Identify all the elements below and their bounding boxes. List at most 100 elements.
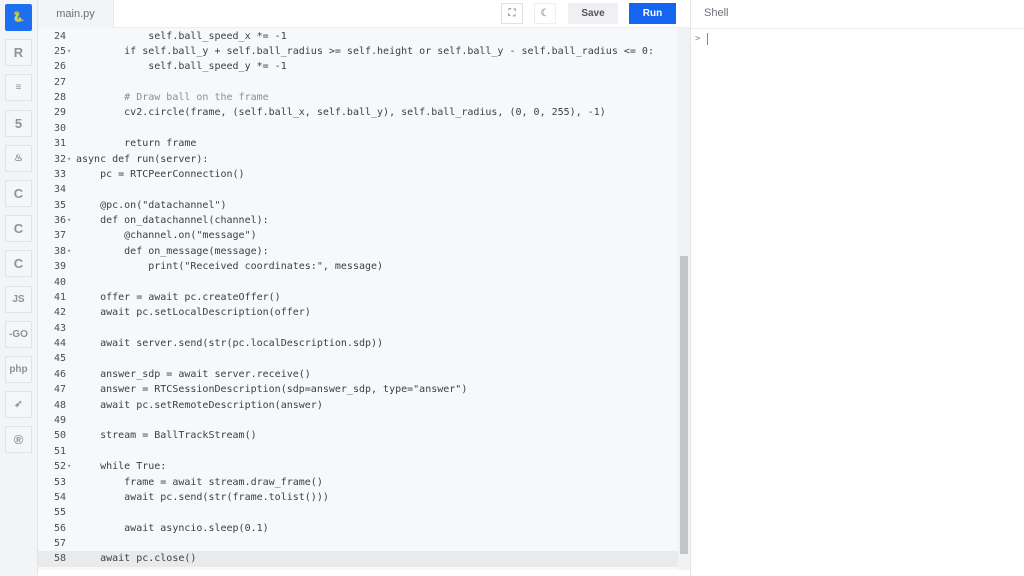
code-text: return frame bbox=[76, 138, 197, 150]
code-editor[interactable]: 24 self.ball_speed_x *= -1 25 ▾ if self.ba… bbox=[38, 28, 678, 570]
line-number: 29 bbox=[53, 107, 66, 119]
line-number: 36 bbox=[53, 215, 66, 227]
sidebar-item-php[interactable]: php bbox=[5, 356, 32, 383]
code-text: print("Received coordinates:", message) bbox=[76, 261, 384, 273]
code-line[interactable]: 31 return frame bbox=[38, 136, 678, 151]
line-number: 57 bbox=[53, 538, 66, 550]
editor-scrollbar-thumb[interactable] bbox=[680, 255, 688, 554]
code-line[interactable]: 57 bbox=[38, 536, 678, 551]
code-line[interactable]: 53 frame = await stream.draw_frame() bbox=[38, 475, 678, 490]
line-number: 39 bbox=[53, 261, 66, 273]
code-text: frame = await stream.draw_frame() bbox=[76, 476, 323, 488]
code-line[interactable]: 35 @pc.on("datachannel") bbox=[38, 198, 678, 213]
code-line[interactable]: 25 ▾ if self.ball_y + self.ball_radius >=… bbox=[38, 44, 678, 59]
code-line[interactable]: 39 print("Received coordinates:", messag… bbox=[38, 259, 678, 274]
code-line[interactable]: 44 await server.send(str(pc.localDescrip… bbox=[38, 336, 678, 351]
sidebar-item-database[interactable]: ≡ bbox=[5, 74, 32, 102]
code-line[interactable]: 36 ▾ def on_datachannel(channel): bbox=[38, 213, 678, 228]
database-icon: ≡ bbox=[15, 82, 22, 94]
rust-icon: ® bbox=[13, 432, 24, 448]
code-line[interactable]: 24 self.ball_speed_x *= -1 bbox=[38, 29, 678, 44]
sidebar-item-swift[interactable]: ➶ bbox=[5, 391, 32, 419]
code-text: offer = await pc.createOffer() bbox=[76, 291, 281, 303]
code-text: await pc.setRemoteDescription(answer) bbox=[76, 399, 323, 411]
code-line[interactable]: 32 ▾ async def run(server): bbox=[38, 152, 678, 167]
code-text: while True: bbox=[76, 461, 167, 473]
sidebar-item-html5[interactable]: 5 bbox=[5, 109, 32, 137]
code-line[interactable]: 50 stream = BallTrackStream() bbox=[38, 428, 678, 443]
code-line[interactable]: 52 ▾ while True: bbox=[38, 459, 678, 474]
code-line[interactable]: 27 bbox=[38, 75, 678, 90]
code-line[interactable]: 58 await pc.close() bbox=[38, 551, 678, 567]
shell-prompt: > bbox=[695, 34, 701, 44]
line-number: 41 bbox=[53, 291, 66, 303]
code-text: await pc.send(str(frame.tolist())) bbox=[76, 491, 329, 503]
line-number: 28 bbox=[53, 92, 66, 104]
javascript-icon: JS bbox=[12, 293, 25, 305]
sidebar-item-r[interactable]: R bbox=[5, 39, 32, 67]
sidebar-item-rust[interactable]: ® bbox=[5, 426, 32, 454]
file-tab-main-py[interactable]: main.py bbox=[38, 0, 114, 28]
code-line[interactable]: 56 await asyncio.sleep(0.1) bbox=[38, 521, 678, 536]
theme-toggle-button[interactable]: ☾ bbox=[534, 3, 556, 24]
code-line[interactable]: 26 self.ball_speed_y *= -1 bbox=[38, 59, 678, 74]
code-text: @pc.on("datachannel") bbox=[76, 199, 227, 211]
java-icon: ♨ bbox=[14, 152, 23, 164]
code-line[interactable]: 47 answer = RTCSessionDescription(sdp=an… bbox=[38, 382, 678, 397]
sidebar-item-csharp[interactable]: C bbox=[5, 250, 32, 278]
code-line[interactable]: 41 offer = await pc.createOffer() bbox=[38, 290, 678, 305]
code-line[interactable]: 54 await pc.send(str(frame.tolist())) bbox=[38, 490, 678, 505]
code-line[interactable]: 45 bbox=[38, 351, 678, 366]
code-text: def on_datachannel(channel): bbox=[76, 215, 269, 227]
code-line[interactable]: 30 bbox=[38, 121, 678, 136]
code-line[interactable]: 34 bbox=[38, 182, 678, 197]
code-line[interactable]: 49 bbox=[38, 413, 678, 428]
fold-arrow-icon[interactable]: ▾ bbox=[67, 152, 71, 167]
line-number: 54 bbox=[53, 491, 66, 503]
sidebar-item-c[interactable]: C bbox=[5, 180, 32, 207]
r-icon: R bbox=[13, 45, 24, 61]
line-number: 42 bbox=[53, 307, 66, 319]
swift-icon: ➶ bbox=[14, 399, 23, 411]
save-button[interactable]: Save bbox=[568, 3, 618, 24]
line-number: 53 bbox=[53, 476, 66, 488]
fold-arrow-icon[interactable]: ▾ bbox=[67, 459, 71, 474]
text-caret bbox=[707, 33, 708, 45]
line-number: 35 bbox=[53, 199, 66, 211]
line-number: 33 bbox=[53, 168, 66, 180]
fullscreen-button[interactable]: ⛶ bbox=[501, 3, 523, 24]
code-line[interactable]: 51 bbox=[38, 444, 678, 459]
line-number: 56 bbox=[53, 522, 66, 534]
line-number: 25 bbox=[53, 45, 66, 57]
fold-arrow-icon[interactable]: ▾ bbox=[67, 44, 71, 59]
run-button[interactable]: Run bbox=[629, 3, 676, 24]
code-line[interactable]: 43 bbox=[38, 321, 678, 336]
code-line[interactable]: 40 bbox=[38, 275, 678, 290]
code-text: await pc.setLocalDescription(offer) bbox=[76, 307, 311, 319]
code-line[interactable]: 29 cv2.circle(frame, (self.ball_x, self.… bbox=[38, 105, 678, 120]
code-line[interactable]: 33 pc = RTCPeerConnection() bbox=[38, 167, 678, 182]
code-line[interactable]: 46 answer_sdp = await server.receive() bbox=[38, 367, 678, 382]
sidebar-item-python[interactable]: 🐍 bbox=[5, 4, 32, 31]
code-line[interactable]: 55 bbox=[38, 505, 678, 520]
code-line[interactable]: 48 await pc.setRemoteDescription(answer) bbox=[38, 398, 678, 413]
line-number: 51 bbox=[53, 445, 66, 457]
line-number: 24 bbox=[53, 30, 66, 42]
sidebar-item-cpp[interactable]: C bbox=[5, 215, 32, 243]
code-line[interactable]: 42 await pc.setLocalDescription(offer) bbox=[38, 305, 678, 320]
language-sidebar: 🐍 R ≡ 5 ♨ C C C JS -GO php ➶ ® bbox=[0, 0, 38, 576]
code-line[interactable]: 38 ▾ def on_message(message): bbox=[38, 244, 678, 259]
line-number: 50 bbox=[53, 430, 66, 442]
line-number: 37 bbox=[53, 230, 66, 242]
line-number: 46 bbox=[53, 368, 66, 380]
sidebar-item-javascript[interactable]: JS bbox=[5, 285, 32, 313]
line-number: 32 bbox=[53, 153, 66, 165]
shell-console[interactable]: > bbox=[691, 28, 1024, 576]
code-line[interactable]: 28 # Draw ball on the frame bbox=[38, 90, 678, 105]
fold-arrow-icon[interactable]: ▾ bbox=[67, 244, 71, 259]
code-line[interactable]: 37 @channel.on("message") bbox=[38, 228, 678, 243]
sidebar-item-java[interactable]: ♨ bbox=[5, 144, 32, 172]
fold-arrow-icon[interactable]: ▾ bbox=[67, 213, 71, 228]
line-number: 38 bbox=[53, 245, 66, 257]
sidebar-item-go[interactable]: -GO bbox=[5, 320, 32, 348]
